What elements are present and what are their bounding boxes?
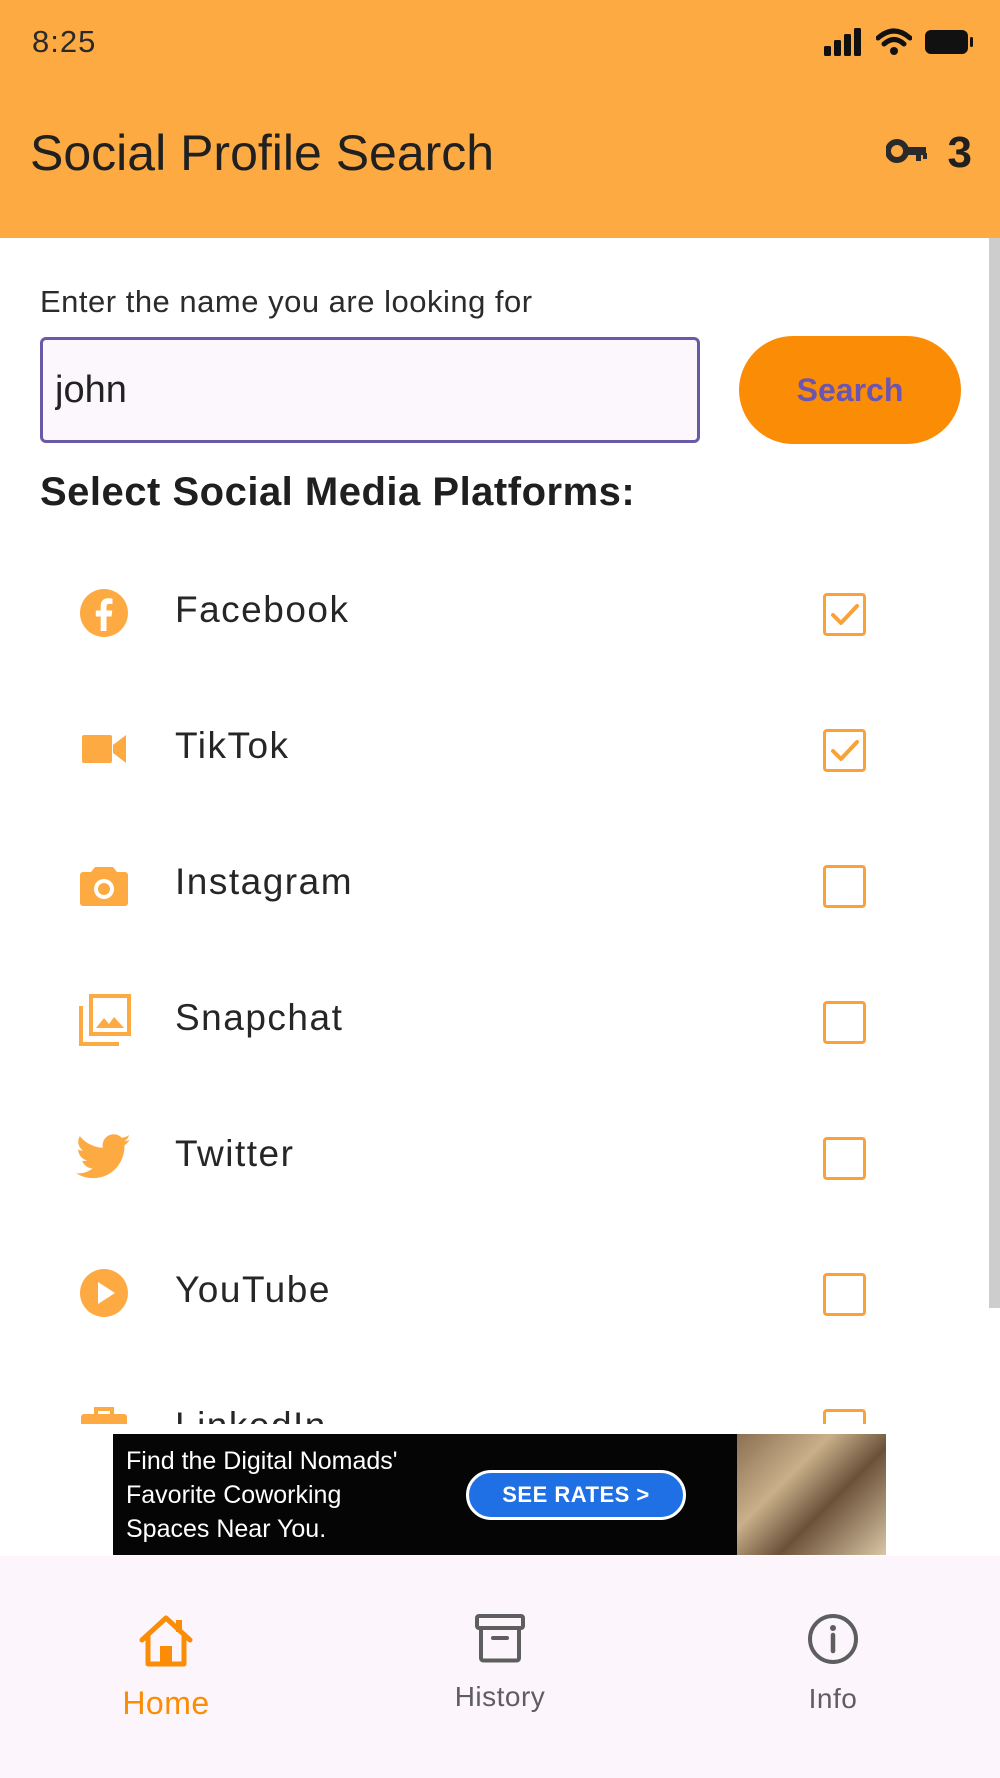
status-icons xyxy=(824,28,974,61)
platform-row-tiktok[interactable]: TikTok xyxy=(0,680,989,816)
camera-icon xyxy=(76,860,132,910)
ad-text-line: Find the Digital Nomads' xyxy=(126,1447,398,1475)
checkmark-icon xyxy=(830,603,859,625)
nav-label: Home xyxy=(122,1685,210,1721)
ad-banner[interactable]: Find the Digital Nomads' Favorite Cowork… xyxy=(113,1434,886,1555)
tiktok-checkbox[interactable] xyxy=(823,729,866,772)
video-camera-icon xyxy=(76,724,132,774)
status-time: 8:25 xyxy=(32,24,97,59)
nav-label: Info xyxy=(808,1683,858,1714)
platform-label: LinkedIn xyxy=(175,1405,327,1424)
platform-row-snapchat[interactable]: Snapchat xyxy=(0,952,989,1088)
key-icon xyxy=(884,138,928,169)
platform-label: Twitter xyxy=(175,1133,295,1174)
ad-text: Find the Digital Nomads' Favorite Cowork… xyxy=(126,1444,456,1546)
platform-row-instagram[interactable]: Instagram xyxy=(0,816,989,952)
platform-label: TikTok xyxy=(175,725,290,766)
scrollbar[interactable] xyxy=(989,238,1000,1308)
home-icon xyxy=(136,1612,196,1673)
app-bar: 8:25 Social Profile Search 3 xyxy=(0,0,1000,238)
nav-info[interactable]: Info xyxy=(733,1612,933,1715)
ad-cta-button[interactable]: SEE RATES > xyxy=(466,1470,686,1520)
search-button[interactable]: Search xyxy=(739,336,961,444)
search-prompt-label: Enter the name you are looking for xyxy=(40,284,533,319)
twitter-bird-icon xyxy=(76,1132,132,1182)
play-circle-icon xyxy=(76,1268,132,1318)
credits-count: 3 xyxy=(947,128,972,177)
platform-label: YouTube xyxy=(175,1269,331,1310)
nav-history[interactable]: History xyxy=(400,1612,600,1713)
app-title: Social Profile Search xyxy=(30,125,495,181)
twitter-checkbox[interactable] xyxy=(823,1137,866,1180)
facebook-icon xyxy=(76,588,132,638)
platforms-section-title: Select Social Media Platforms: xyxy=(40,470,636,514)
battery-icon xyxy=(924,29,974,60)
photo-library-icon xyxy=(76,994,132,1046)
platform-row-twitter[interactable]: Twitter xyxy=(0,1088,989,1224)
briefcase-icon xyxy=(76,1404,132,1424)
snapchat-checkbox[interactable] xyxy=(823,1001,866,1044)
nav-home[interactable]: Home xyxy=(66,1612,266,1722)
platform-label: Snapchat xyxy=(175,997,344,1038)
platform-label: Facebook xyxy=(175,589,350,630)
archive-icon xyxy=(473,1612,527,1669)
credits-indicator[interactable]: 3 xyxy=(884,128,972,178)
info-icon xyxy=(806,1612,860,1671)
ad-photo xyxy=(737,1434,886,1555)
youtube-checkbox[interactable] xyxy=(823,1273,866,1316)
bottom-navigation: Home History Info xyxy=(0,1556,1000,1778)
ad-text-line: Spaces Near You. xyxy=(126,1515,327,1543)
instagram-checkbox[interactable] xyxy=(823,865,866,908)
platform-list: Facebook TikTok Instagram Snapchat Twitt… xyxy=(0,544,989,1424)
facebook-checkbox[interactable] xyxy=(823,593,866,636)
nav-label: History xyxy=(454,1681,546,1712)
checkmark-icon xyxy=(830,739,859,761)
name-search-input[interactable] xyxy=(40,337,700,443)
platform-row-youtube[interactable]: YouTube xyxy=(0,1224,989,1360)
ad-text-line: Favorite Coworking xyxy=(126,1481,342,1509)
linkedin-checkbox[interactable] xyxy=(823,1409,866,1424)
signal-icon xyxy=(824,28,864,61)
status-bar: 8:25 xyxy=(0,0,1000,90)
wifi-icon xyxy=(875,28,913,61)
platform-label: Instagram xyxy=(175,861,354,902)
platform-row-facebook[interactable]: Facebook xyxy=(0,544,989,680)
platform-row-linkedin[interactable]: LinkedIn xyxy=(0,1360,989,1424)
